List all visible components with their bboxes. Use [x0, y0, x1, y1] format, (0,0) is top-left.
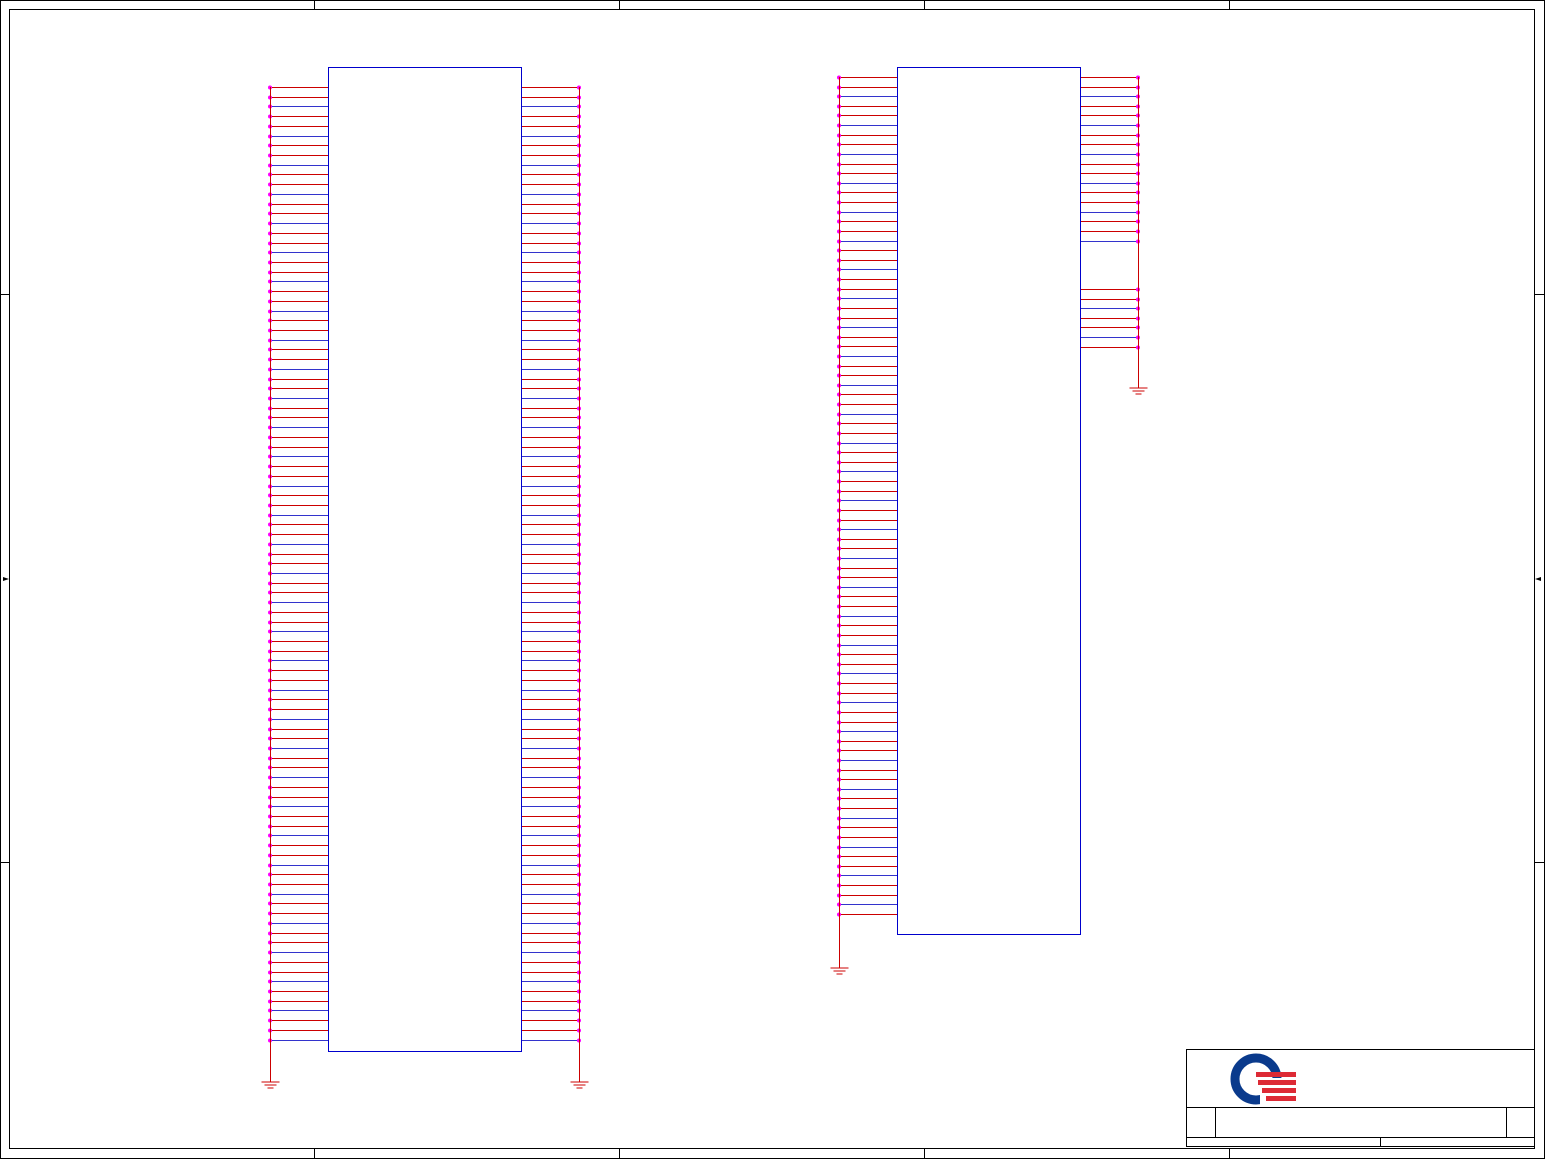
center-arrow-right-icon: [1535, 577, 1541, 581]
right-connector-body: [897, 67, 1081, 935]
schematic-sheet: [0, 0, 1545, 1159]
components-layer: [261, 67, 1148, 1089]
center-arrow-left-icon: [3, 577, 9, 581]
outer-frame: [0, 0, 1545, 1159]
company-logo-icon: [1230, 1053, 1298, 1106]
zone-ticks: [0, 0, 1545, 1159]
left-connector-body: [328, 67, 522, 1052]
title-block: [1186, 1049, 1535, 1147]
schematic-canvas: [0, 0, 1545, 1159]
inner-frame: [9, 9, 1535, 1149]
